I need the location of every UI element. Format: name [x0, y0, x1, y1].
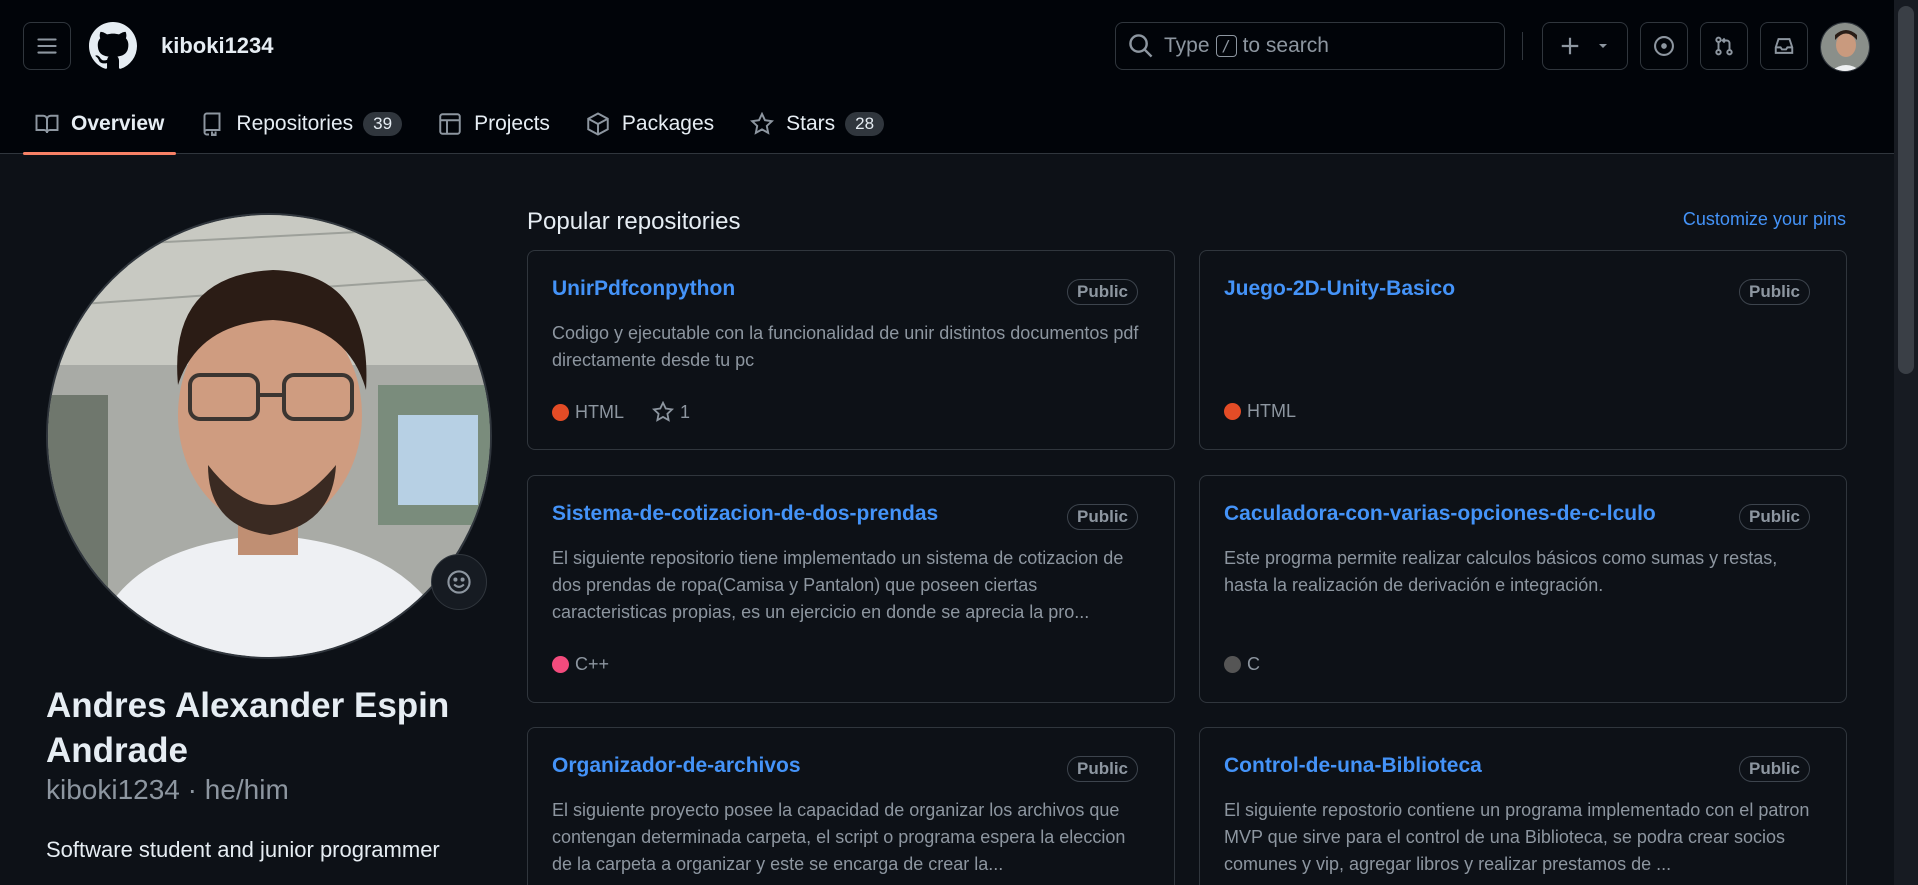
language-color-dot	[552, 403, 569, 421]
repo-language: HTML	[1247, 401, 1296, 421]
search-input[interactable]: Type / to search	[1115, 22, 1505, 70]
repo-card: Juego-2D-Unity-Basico Public HTML	[1199, 250, 1847, 450]
create-new-button[interactable]	[1542, 22, 1628, 70]
language-color-dot	[1224, 403, 1241, 420]
set-status-button[interactable]	[431, 554, 487, 610]
language-color-dot	[1224, 656, 1241, 673]
star-icon	[750, 112, 775, 135]
stars-count: 28	[845, 112, 885, 136]
repo-card: Control-de-una-Biblioteca Public El sigu…	[1199, 727, 1847, 885]
visibility-badge: Public	[1066, 279, 1138, 305]
book-icon	[35, 114, 59, 134]
search-suffix: to search	[1242, 34, 1329, 57]
repo-description: El siguiente repositorio tiene implement…	[552, 548, 1124, 622]
popular-repositories-heading: Popular repositories	[527, 208, 741, 235]
table-icon	[439, 113, 461, 135]
visibility-badge: Public	[1738, 279, 1810, 305]
language-color-dot	[552, 656, 569, 673]
repo-description: El siguiente repostorio contiene un prog…	[1224, 800, 1810, 874]
repo-card: Organizador-de-archivos Public El siguie…	[527, 727, 1175, 885]
visibility-badge: Public	[1066, 504, 1138, 530]
repo-card: UnirPdfconpython Public Codigo y ejecuta…	[527, 250, 1175, 450]
repo-card: Caculadora-con-varias-opciones-de-c-lcul…	[1199, 475, 1847, 703]
profile-avatar[interactable]	[46, 213, 492, 659]
inbox-button[interactable]	[1760, 22, 1808, 70]
profile-bio: Software student and junior programmer	[46, 837, 440, 862]
tab-overview-label: Overview	[71, 112, 165, 135]
repo-name-link[interactable]: UnirPdfconpython	[552, 277, 735, 301]
git-pull-request-icon	[1715, 36, 1733, 56]
visibility-badge: Public	[1738, 504, 1810, 530]
tab-stars-label: Stars	[786, 112, 836, 135]
repo-description: Codigo y ejecutable con la funcionalidad…	[552, 323, 1139, 370]
repo-card: Sistema-de-cotizacion-de-dos-prendas Pub…	[527, 475, 1175, 703]
star-icon	[652, 401, 674, 422]
tab-overview[interactable]: Overview	[23, 95, 177, 155]
header-divider	[1522, 32, 1523, 60]
user-avatar[interactable]	[1820, 22, 1870, 72]
issue-opened-icon	[1654, 36, 1674, 56]
package-icon	[587, 112, 609, 136]
profile-handle: kiboki1234 · he/him	[46, 774, 289, 805]
hamburger-icon	[37, 38, 57, 54]
tab-projects[interactable]: Projects	[426, 95, 562, 153]
repositories-count: 39	[363, 112, 403, 136]
repo-name-link[interactable]: Caculadora-con-varias-opciones-de-c-lcul…	[1224, 502, 1656, 526]
customize-pins-link[interactable]: Customize your pins	[1683, 209, 1846, 230]
issues-button[interactable]	[1640, 22, 1688, 70]
repo-description: Este progrma permite realizar calculos b…	[1224, 548, 1778, 595]
repo-meta: C++	[552, 654, 609, 675]
repo-meta: HTML 1	[552, 401, 690, 423]
scrollbar-thumb[interactable]	[1898, 6, 1914, 374]
repo-meta: HTML	[1224, 401, 1296, 422]
global-header: kiboki1234 Type / to search Overview Rep…	[0, 0, 1894, 155]
repo-name-link[interactable]: Organizador-de-archivos	[552, 754, 801, 778]
profile-photo	[48, 215, 490, 657]
repo-description: El siguiente proyecto posee la capacidad…	[552, 800, 1126, 874]
pull-requests-button[interactable]	[1700, 22, 1748, 70]
avatar-photo	[1821, 23, 1869, 71]
repo-stars-link[interactable]: 1	[652, 401, 690, 423]
tab-repositories-label: Repositories	[236, 112, 354, 135]
repo-name-link[interactable]: Sistema-de-cotizacion-de-dos-prendas	[552, 502, 938, 526]
repo-language: HTML	[575, 401, 624, 422]
tab-projects-label: Projects	[474, 112, 550, 135]
inbox-icon	[1774, 38, 1794, 54]
tab-stars[interactable]: Stars 28	[738, 95, 896, 153]
menu-button[interactable]	[23, 22, 71, 70]
header-username[interactable]: kiboki1234	[161, 33, 274, 59]
github-logo-icon[interactable]	[89, 22, 137, 70]
repo-star-count: 1	[680, 401, 691, 422]
repo-language: C	[1247, 654, 1260, 674]
visibility-badge: Public	[1066, 756, 1138, 782]
profile-full-name: Andres Alexander Espin Andrade	[46, 686, 450, 770]
tab-packages-label: Packages	[621, 112, 715, 135]
visibility-badge: Public	[1738, 756, 1810, 782]
triangle-down-icon	[1599, 44, 1607, 48]
plus-icon	[1561, 37, 1579, 55]
repo-language: C++	[575, 654, 610, 674]
repo-meta: C	[1224, 654, 1260, 675]
tab-repositories[interactable]: Repositories 39	[188, 95, 414, 153]
tab-packages[interactable]: Packages	[574, 95, 726, 153]
repo-icon	[203, 112, 221, 136]
repo-name-link[interactable]: Control-de-una-Biblioteca	[1224, 754, 1482, 778]
search-shortcut-key: /	[1215, 35, 1237, 57]
repo-name-link[interactable]: Juego-2D-Unity-Basico	[1224, 277, 1455, 301]
profile-tabs: Overview Repositories 39 Projects Packag…	[23, 95, 908, 155]
search-icon	[1129, 34, 1153, 58]
search-prefix: Type	[1164, 34, 1210, 57]
page-scrollbar[interactable]	[1894, 0, 1918, 885]
smiley-icon	[447, 570, 471, 594]
